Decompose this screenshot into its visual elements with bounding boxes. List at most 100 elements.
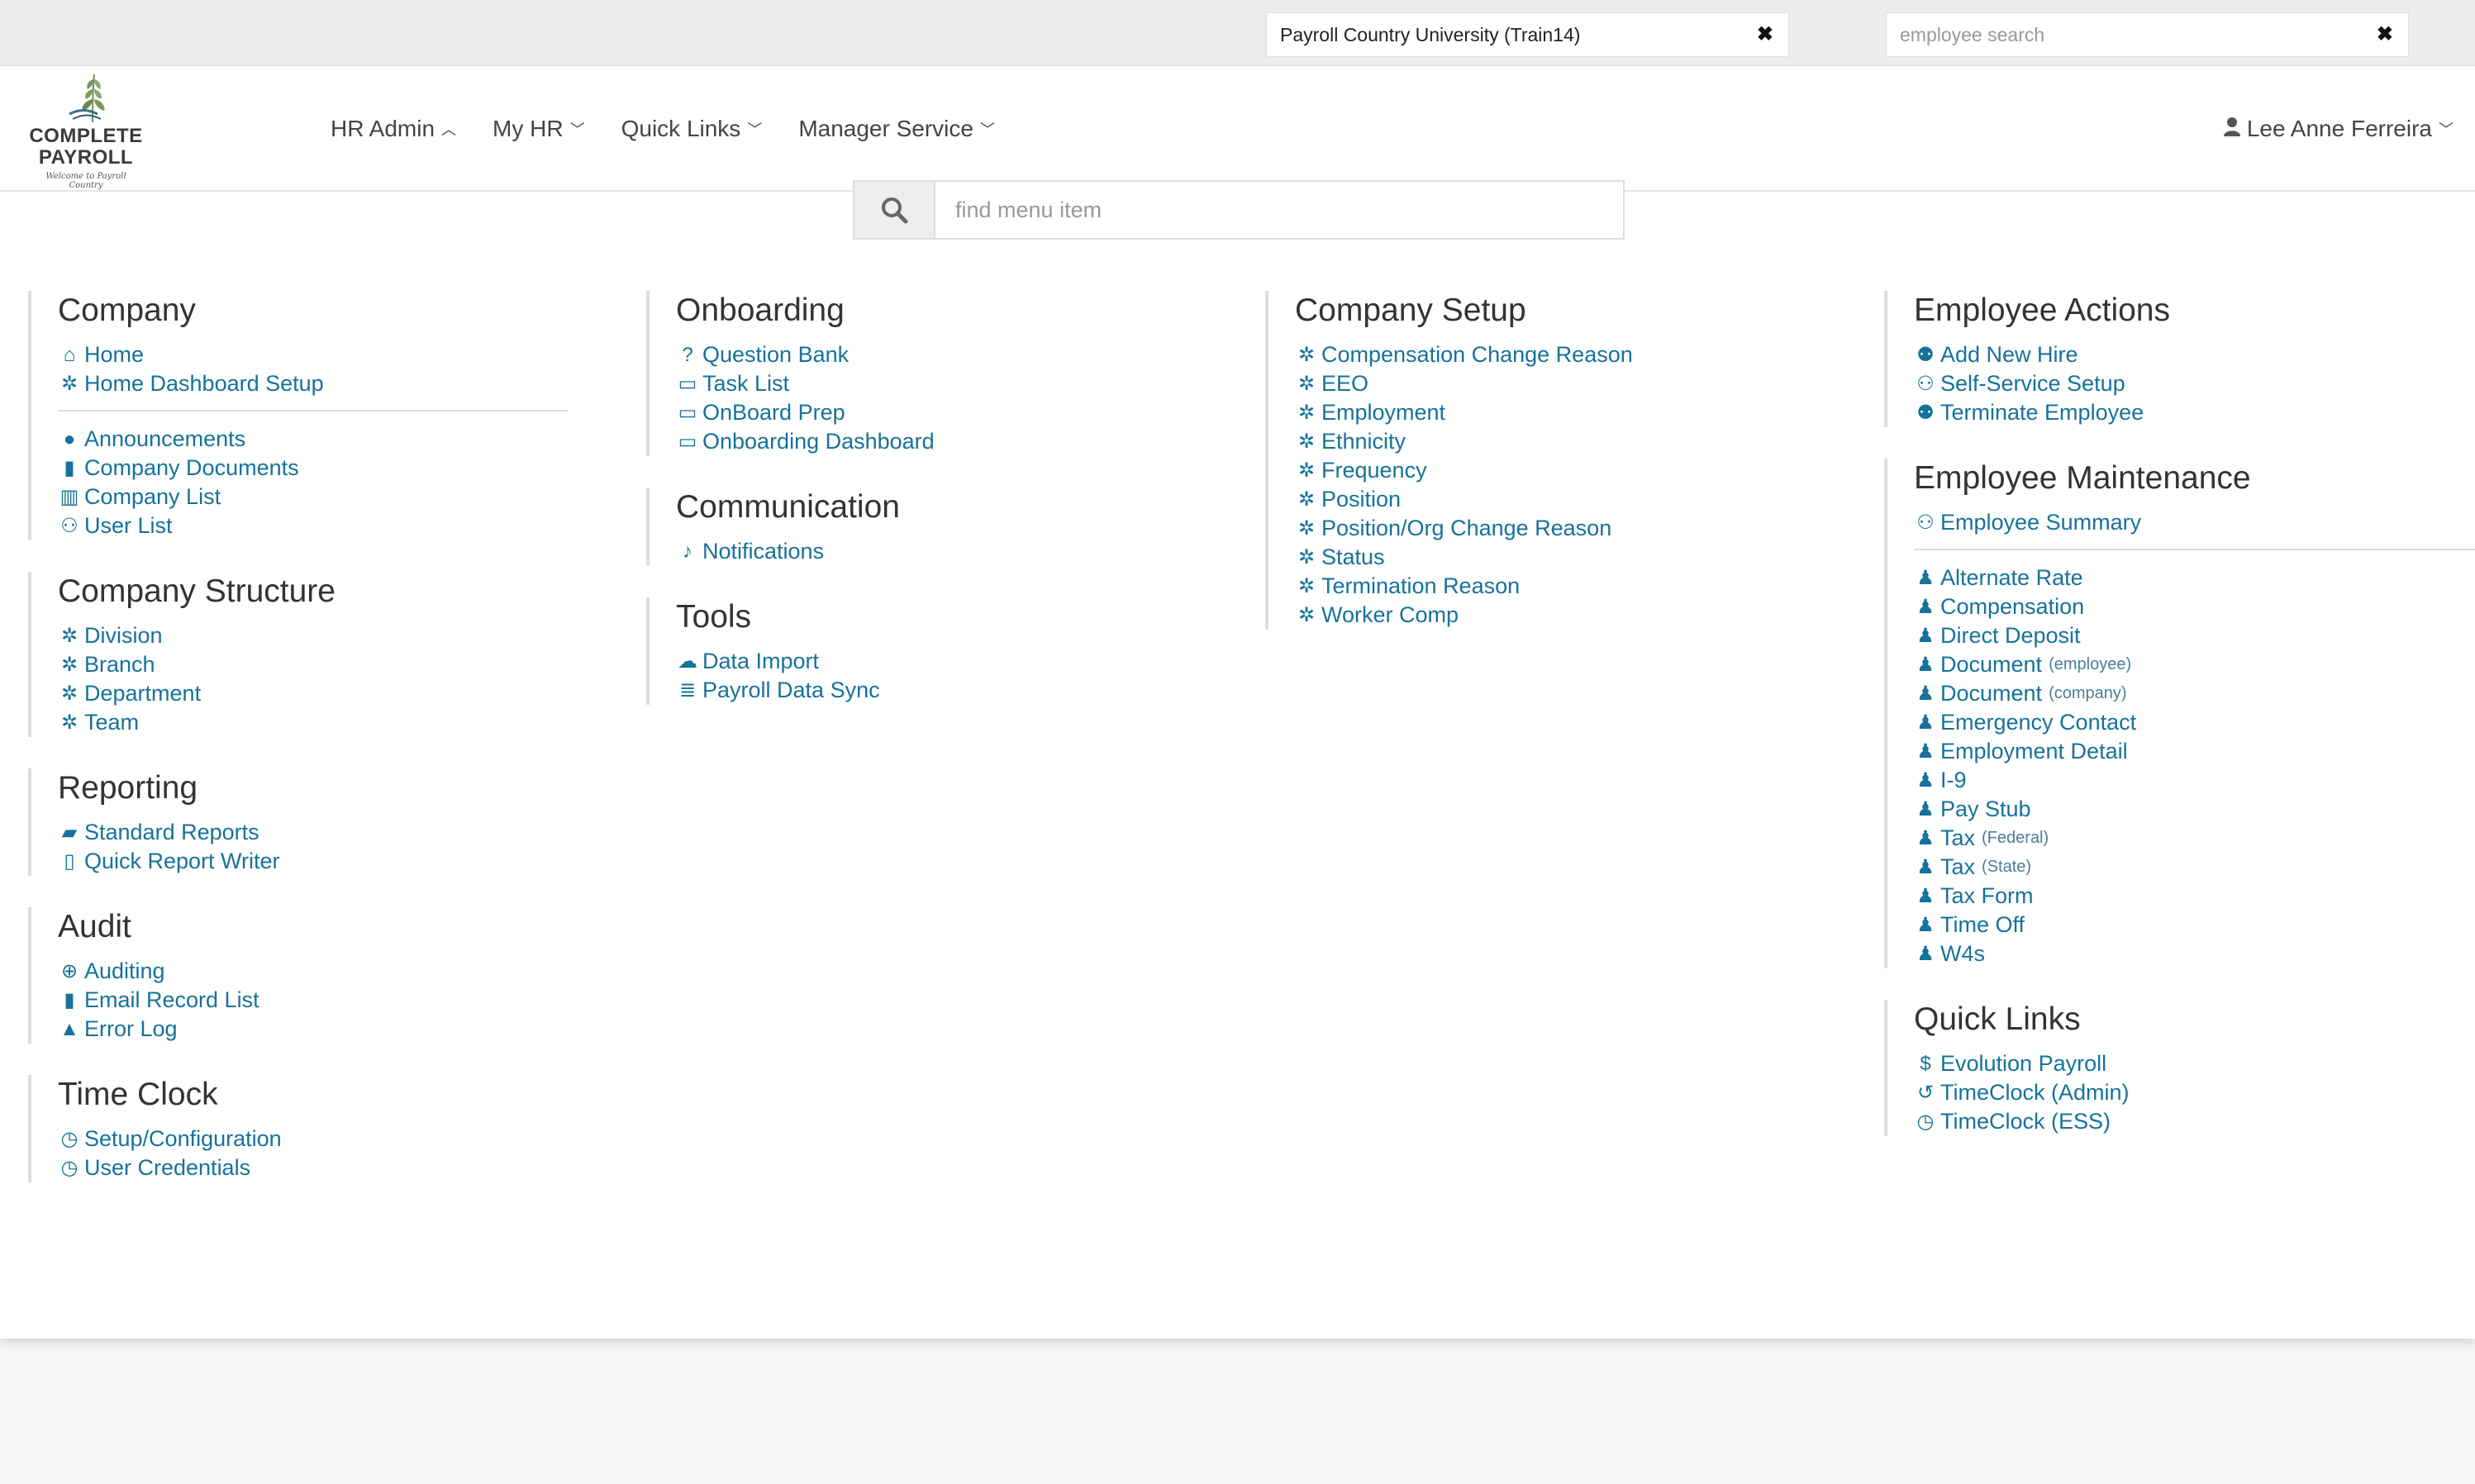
menu-link-label: Worker Comp <box>1321 602 1459 627</box>
menu-link[interactable]: ✲ Status <box>1295 543 1860 572</box>
menu-section: Onboarding? Question Bank ▭ Task List ▭ OnBoa… <box>646 291 1241 456</box>
user-icon: ♟ <box>1916 683 1935 705</box>
menu-link-label: Error Log <box>84 1016 178 1041</box>
gear-icon: ✲ <box>1297 344 1316 366</box>
menu-link[interactable]: ⚉ Terminate Employee <box>1914 398 2475 427</box>
menu-link[interactable]: ♟ Tax (State) <box>1914 853 2475 882</box>
menu-link-label: Tax <box>1940 825 1976 850</box>
menu-link[interactable]: ⚇ Employee Summary <box>1914 508 2475 537</box>
menu-link[interactable]: ◷ TimeClock (ESS) <box>1914 1107 2475 1136</box>
complete-payroll-logo[interactable]: COMPLETE PAYROLL Welcome to Payroll Coun… <box>28 71 144 190</box>
menu-column: Onboarding? Question Bank ▭ Task List ▭ OnBoa… <box>646 291 1241 736</box>
menu-link[interactable]: ♟ Document (company) <box>1914 679 2475 708</box>
menu-link[interactable]: ♟ Document (employee) <box>1914 650 2475 679</box>
menu-link[interactable]: ✲ Team <box>58 708 623 737</box>
menu-link[interactable]: ✲ Division <box>58 621 623 650</box>
menu-link[interactable]: ▭ Onboarding Dashboard <box>676 427 1241 456</box>
menu-link-label: Alternate Rate <box>1940 565 2083 590</box>
menu-link[interactable]: ♟ Emergency Contact <box>1914 708 2475 737</box>
menu-link[interactable]: ≣ Payroll Data Sync <box>676 676 1241 705</box>
menu-link[interactable]: ✲ Frequency <box>1295 456 1860 485</box>
menu-section: Company Structure ✲ Division ✲ Branch ✲ Depart… <box>28 572 623 737</box>
menu-link[interactable]: ↺ TimeClock (Admin) <box>1914 1078 2475 1107</box>
menu-link[interactable]: ▲ Error Log <box>58 1015 623 1044</box>
menu-link[interactable]: ♟ Pay Stub <box>1914 795 2475 824</box>
gear-icon: ✲ <box>60 683 79 705</box>
menu-search-input[interactable]: find menu item <box>935 182 1623 238</box>
menu-link[interactable]: ✲ Ethnicity <box>1295 427 1860 456</box>
menu-link[interactable]: ▥ Company List <box>58 483 623 511</box>
menu-link[interactable]: $ Evolution Payroll <box>1914 1049 2475 1078</box>
menu-link-label: Employment <box>1321 400 1446 425</box>
gear-icon: ✲ <box>1297 604 1316 626</box>
menu-link[interactable]: ♟ Alternate Rate <box>1914 564 2475 592</box>
menu-link-label: Status <box>1321 545 1385 569</box>
chevron-down-icon: ﹀ <box>569 121 585 138</box>
menu-link[interactable]: ♟ Time Off <box>1914 911 2475 939</box>
menu-link[interactable]: ✲ Home Dashboard Setup <box>58 369 623 398</box>
gear-icon: ✲ <box>1297 402 1316 424</box>
menu-link[interactable]: ⌂ Home <box>58 340 623 369</box>
clear-company-icon[interactable]: ✖ <box>1757 13 1773 56</box>
clear-employee-search-icon[interactable]: ✖ <box>2377 13 2393 56</box>
menu-link[interactable]: ⚇ Self-Service Setup <box>1914 369 2475 398</box>
menu-link[interactable]: ⚇ User List <box>58 511 623 540</box>
menu-link[interactable]: ◷ Setup/Configuration <box>58 1125 623 1153</box>
menu-link[interactable]: ♪ Notifications <box>676 537 1241 566</box>
menu-link[interactable]: ♟ I-9 <box>1914 766 2475 795</box>
menu-link[interactable]: ✲ Position <box>1295 485 1860 514</box>
menu-link[interactable]: ♟ Direct Deposit <box>1914 621 2475 650</box>
home-icon: ⌂ <box>63 344 76 366</box>
menu-link[interactable]: ▭ Task List <box>676 369 1241 398</box>
menu-link[interactable]: ✲ Compensation Change Reason <box>1295 340 1860 369</box>
menu-link[interactable]: ▮ Company Documents <box>58 454 623 483</box>
menu-link[interactable]: ♟ Employment Detail <box>1914 737 2475 766</box>
menu-section: Reporting ▰ Standard Reports ▯ Quick Report … <box>28 768 623 876</box>
menu-link[interactable]: ✲ Position/Org Change Reason <box>1295 514 1860 543</box>
menu-link[interactable]: ⊕ Auditing <box>58 957 623 986</box>
menu-link-label: Ethnicity <box>1321 429 1406 454</box>
nav-label: Manager Service <box>798 116 973 141</box>
menu-link[interactable]: ⚉ Add New Hire <box>1914 340 2475 369</box>
menu-link-label: Department <box>84 681 202 706</box>
menu-link[interactable]: ? Question Bank <box>676 340 1241 369</box>
menu-link[interactable]: ◷ User Credentials <box>58 1153 623 1182</box>
search-button[interactable] <box>854 182 935 238</box>
employee-search-input[interactable]: employee search ✖ <box>1886 12 2409 57</box>
menu-link-label: Question Bank <box>702 342 850 367</box>
menu-link[interactable]: ✲ Worker Comp <box>1295 601 1860 630</box>
nav-my-hr[interactable]: My HR ﹀ <box>493 116 585 142</box>
nav-manager-service[interactable]: Manager Service ﹀ <box>798 116 995 142</box>
nav-hr-admin[interactable]: HR Admin ︿ <box>331 116 456 142</box>
gear-icon: ✲ <box>1297 430 1316 453</box>
menu-link[interactable]: ✲ Employment <box>1295 398 1860 427</box>
menu-link[interactable]: ✲ Termination Reason <box>1295 572 1860 601</box>
menu-link[interactable]: ▮ Email Record List <box>58 986 623 1015</box>
menu-link[interactable]: ● Announcements <box>58 425 623 454</box>
menu-link[interactable]: ✲ EEO <box>1295 369 1860 398</box>
company-selector[interactable]: Payroll Country University (Train14) ✖ <box>1266 12 1789 57</box>
employee-search-placeholder: employee search <box>1900 24 2045 45</box>
desktop-icon: ▭ <box>678 373 697 395</box>
menu-link-note: (employee) <box>2049 655 2132 673</box>
menu-link[interactable]: ▭ OnBoard Prep <box>676 398 1241 427</box>
menu-link[interactable]: ☁ Data Import <box>676 647 1241 676</box>
menu-link-label: Tax <box>1940 854 1976 879</box>
menu-link-label: Notifications <box>702 539 825 564</box>
menu-link[interactable]: ✲ Department <box>58 679 623 708</box>
menu-link[interactable]: ▰ Standard Reports <box>58 818 623 847</box>
users-icon: ⚇ <box>60 515 79 537</box>
menu-link[interactable]: ▯ Quick Report Writer <box>58 847 623 876</box>
menu-link[interactable]: ♟ W4s <box>1914 939 2475 968</box>
nav-quick-links[interactable]: Quick Links ﹀ <box>621 116 763 142</box>
menu-link[interactable]: ✲ Branch <box>58 650 623 679</box>
menu-link-label: Email Record List <box>84 987 259 1012</box>
menu-link-label: Announcements <box>84 426 246 451</box>
section-title: Company <box>58 293 196 328</box>
gear-icon: ✲ <box>1297 459 1316 482</box>
menu-link[interactable]: ♟ Tax (Federal) <box>1914 824 2475 853</box>
menu-link[interactable]: ♟ Compensation <box>1914 592 2475 621</box>
menu-link[interactable]: ♟ Tax Form <box>1914 882 2475 911</box>
main-nav: HR Admin ︿ My HR ﹀ Quick Links ﹀ Manager Se… <box>331 66 1031 192</box>
user-menu[interactable]: Lee Anne Ferreira ﹀ <box>2223 66 2454 192</box>
